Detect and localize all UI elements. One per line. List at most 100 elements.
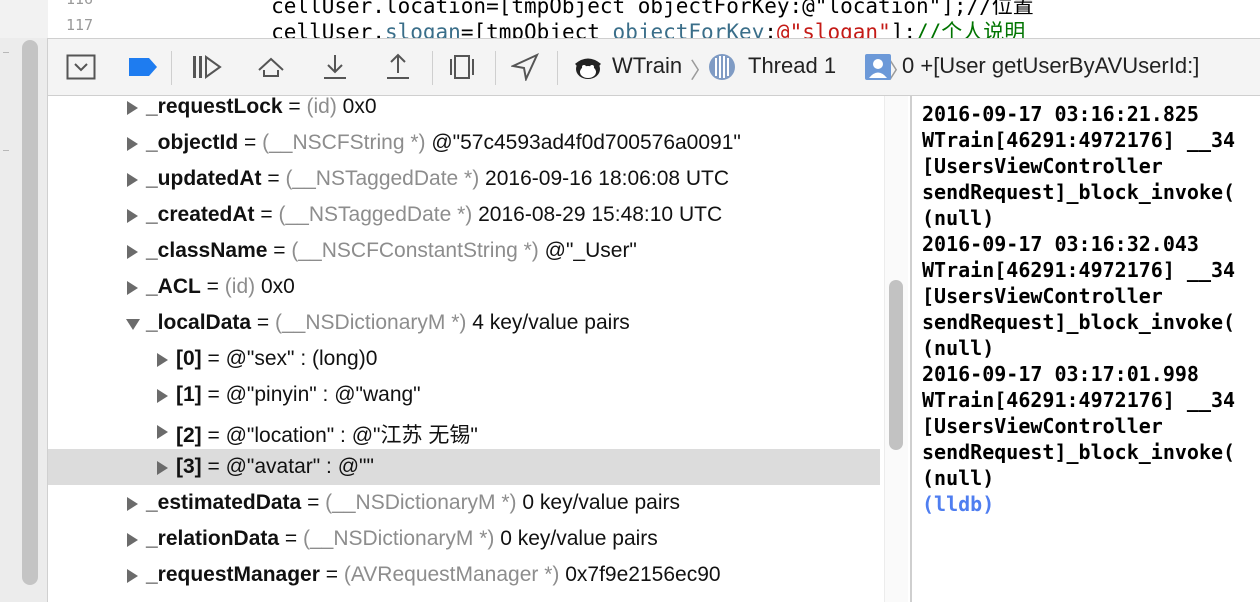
variable-row[interactable]: _relationData = (__NSDictionaryM *) 0 ke… [48,521,880,557]
variable-value: @"pinyin" : @"wang" [225,383,421,406]
disclosure-collapsed-icon[interactable] [125,170,139,187]
debug-toolbar: WTrain 〉 Thread 1 〉 0 +[User getUserByAV… [48,38,1260,96]
variable-row[interactable]: _requestManager = (AVRequestManager *) 0… [48,557,880,593]
disclosure-collapsed-icon[interactable] [125,494,139,511]
variable-type: (__NSDictionaryM *) [302,527,495,550]
console-line: 2016-09-17 03:16:32.043 [922,232,1199,256]
code-line: cellUser.slogan=[tmpObject objectForKey:… [271,20,1026,38]
variable-row[interactable]: _objectId = (__NSCFString *) @"57c4593ad… [48,125,880,161]
variable-value: @"_User" [538,239,637,262]
variable-name: _objectId [146,131,239,154]
variable-equals: = [201,455,226,478]
variable-type: (__NSCFConstantString *) [291,239,539,262]
variable-text: _objectId = (__NSCFString *) @"57c4593ad… [146,131,741,155]
disclosure-collapsed-icon[interactable] [125,278,139,295]
disclosure-collapsed-icon[interactable] [155,458,169,475]
variable-equals: = [279,527,303,550]
navigator-scrollbar[interactable] [22,40,38,585]
variable-value: @"57c4593ad4f0d700576a0091" [425,131,741,154]
variable-row[interactable]: _estimatedData = (__NSDictionaryM *) 0 k… [48,485,880,521]
step-into-icon[interactable] [318,52,352,82]
console-line: sendRequest]_block_invoke( [922,180,1236,204]
disclosure-expanded-icon[interactable] [125,314,140,330]
variable-value: 0x0 [255,275,295,298]
variable-row[interactable]: _localData = (__NSDictionaryM *) 4 key/v… [48,305,880,341]
console-output[interactable]: 2016-09-17 03:16:21.825 WTrain[46291:4972… [912,96,1260,602]
variable-value: 2016-09-16 18:06:08 UTC [479,167,730,190]
variable-row[interactable]: _className = (__NSCFConstantString *) @"… [48,233,880,269]
console-line: [UsersViewController [922,414,1163,438]
variable-value: 4 key/value pairs [466,311,630,334]
lldb-prompt[interactable]: (lldb) [922,492,994,516]
gutter-top [0,0,48,38]
variable-name: [0] [176,347,202,370]
variable-row[interactable]: [2] = @"location" : @"江苏 无锡" [48,413,880,449]
variable-value: 2016-08-29 15:48:10 UTC [472,203,723,226]
view-debugger-icon[interactable] [445,52,479,82]
variable-row[interactable]: _updatedAt = (__NSTaggedDate *) 2016-09-… [48,161,880,197]
variable-row[interactable]: [0] = @"sex" : (long)0 [48,341,880,377]
variable-equals: = [201,347,226,370]
console-line: (null) [922,206,995,230]
variable-equals: = [200,275,225,298]
breadcrumb-thread[interactable]: Thread 1 [748,53,836,79]
disclosure-collapsed-icon[interactable] [125,242,139,259]
toolbar-separator [495,51,496,85]
breadcrumb-frame[interactable]: 0 +[User getUserByAVUserId:] [902,53,1199,79]
disclosure-collapsed-icon[interactable] [125,134,139,151]
variable-equals: = [282,96,307,118]
variable-name: _ACL [146,275,201,298]
disclosure-collapsed-icon[interactable] [125,206,139,223]
disclosure-collapsed-icon[interactable] [155,422,169,439]
variable-equals: = [251,311,275,334]
variable-name: _estimatedData [146,491,302,514]
variable-text: [0] = @"sex" : (long)0 [176,347,377,371]
variable-text: _estimatedData = (__NSDictionaryM *) 0 k… [146,491,680,515]
simulate-location-icon[interactable] [508,52,542,82]
toolbar-separator [171,51,172,85]
variable-value: @"location" : @"江苏 无锡" [225,424,478,447]
variable-row[interactable]: _ACL = (id) 0x0 [48,269,880,305]
console-line: [UsersViewController [922,154,1163,178]
variable-equals: = [319,563,344,586]
variable-row[interactable]: [1] = @"pinyin" : @"wang" [48,377,880,413]
disclosure-collapsed-icon[interactable] [125,98,139,115]
variable-name: _requestManager [146,563,320,586]
breadcrumb-app[interactable]: WTrain [612,53,682,79]
breakpoints-toggle-icon[interactable] [126,52,160,82]
console-line: sendRequest]_block_invoke( [922,310,1236,334]
variable-text: [3] = @"avatar" : @"" [176,455,374,479]
variable-text: _requestManager = (AVRequestManager *) 0… [146,563,721,587]
variable-equals: = [201,424,226,447]
variable-text: _updatedAt = (__NSTaggedDate *) 2016-09-… [146,167,729,191]
step-over-icon[interactable] [254,52,288,82]
disclosure-collapsed-icon[interactable] [125,530,139,547]
variable-equals: = [261,167,286,190]
disclosure-collapsed-icon[interactable] [155,350,169,367]
variable-value: @"avatar" : @"" [225,455,374,478]
hide-debug-area-icon[interactable] [64,52,98,82]
disclosure-collapsed-icon[interactable] [125,566,139,583]
gutter-mark [3,52,9,53]
gutter-mark [3,150,9,151]
disclosure-collapsed-icon[interactable] [155,386,169,403]
console-line: [UsersViewController [922,284,1163,308]
variable-row[interactable]: _requestLock = (id) 0x0 [48,96,880,125]
step-out-icon[interactable] [381,52,415,82]
variable-equals: = [301,491,326,514]
variables-scrollbar-thumb[interactable] [889,280,903,450]
console-line: (null) [922,336,995,360]
source-editor[interactable]: 116 117 cellUser.location=[tmpObject obj… [48,0,1260,38]
variables-view[interactable]: _requestLock = (id) 0x0 _objectId = (__NS… [48,96,910,602]
line-number: 116 [66,0,93,8]
variable-name: _updatedAt [146,167,262,190]
variable-text: _relationData = (__NSDictionaryM *) 0 ke… [146,527,658,551]
console-line: 2016-09-17 03:16:21.825 [922,102,1199,126]
variable-text: _ACL = (id) 0x0 [146,275,295,299]
console-line: WTrain[46291:4972176] __34 [922,258,1236,282]
variable-row[interactable]: _createdAt = (__NSTaggedDate *) 2016-08-… [48,197,880,233]
variable-text: _createdAt = (__NSTaggedDate *) 2016-08-… [146,203,722,227]
continue-icon[interactable] [190,52,224,82]
variable-name: _localData [146,311,252,334]
variable-row[interactable]: [3] = @"avatar" : @"" [48,449,880,485]
